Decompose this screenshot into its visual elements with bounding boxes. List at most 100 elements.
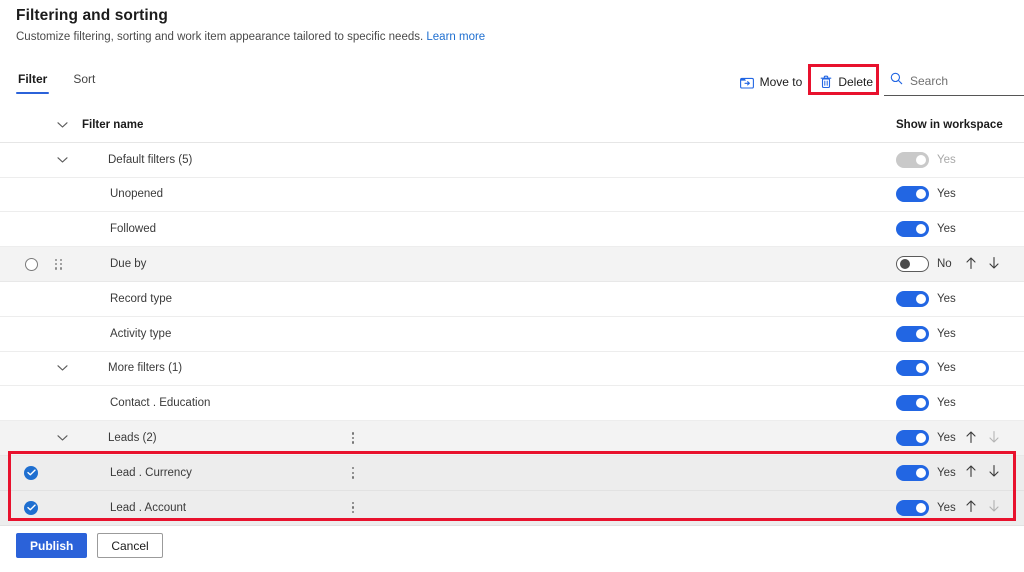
show-in-workspace-toggle (896, 151, 929, 168)
move-to-folder-icon (739, 76, 754, 89)
toggle-state-label: Yes (937, 466, 956, 479)
row-label: Lead . Account (110, 501, 187, 514)
show-in-workspace-toggle[interactable] (896, 499, 929, 516)
drag-handle-icon[interactable] (52, 258, 66, 270)
move-down-arrow-icon (988, 430, 1000, 447)
table-row[interactable]: Contact . Education Yes (0, 386, 1024, 422)
expand-all-chevron-icon[interactable] (54, 121, 70, 129)
move-to-button[interactable]: Move to (731, 71, 812, 93)
reorder-arrows (965, 256, 1000, 273)
tab-filter[interactable]: Filter (16, 69, 50, 94)
search-box[interactable] (884, 68, 1024, 96)
row-more-options-icon[interactable] (345, 501, 361, 515)
grid-rows: Default filters (5) Yes Unopened Yes Followe… (0, 143, 1024, 526)
show-in-workspace-toggle[interactable] (896, 360, 929, 377)
toggle-state-label: Yes (937, 327, 956, 340)
row-label: Activity type (110, 327, 172, 340)
cancel-button[interactable]: Cancel (97, 533, 163, 558)
row-right-cell: Yes (896, 151, 959, 168)
tabstrip: Filter Sort (16, 69, 97, 94)
row-label: Default filters (5) (108, 153, 193, 166)
toggle-state-label: Yes (937, 188, 956, 201)
row-right-cell: Yes (896, 360, 959, 377)
table-row[interactable]: Record type Yes (0, 282, 1024, 317)
page-subtitle-text: Customize filtering, sorting and work it… (16, 31, 424, 43)
toggle-state-label: Yes (937, 153, 956, 166)
row-label: Followed (110, 223, 157, 236)
table-row[interactable]: Activity type Yes (0, 317, 1024, 352)
delete-button[interactable]: Delete (811, 71, 882, 93)
trash-icon (820, 75, 832, 89)
row-label: More filters (1) (108, 362, 183, 375)
row-label: Unopened (110, 188, 164, 201)
tab-sort[interactable]: Sort (71, 69, 97, 94)
row-right-cell: Yes (896, 325, 959, 342)
learn-more-link[interactable]: Learn more (426, 31, 485, 43)
grid-header-row: Filter name Show in workspace (0, 108, 1024, 143)
column-header-show-in-workspace: Show in workspace (896, 118, 1003, 131)
table-row[interactable]: Followed Yes (0, 212, 1024, 248)
delete-label: Delete (838, 75, 873, 89)
show-in-workspace-toggle[interactable] (896, 221, 929, 238)
show-in-workspace-toggle[interactable] (896, 256, 929, 273)
row-label: Record type (110, 292, 173, 305)
toggle-state-label: Yes (937, 362, 956, 375)
command-bar: Move to Delete (731, 68, 1024, 96)
publish-button[interactable]: Publish (16, 533, 88, 558)
row-more-options-icon[interactable] (345, 431, 361, 445)
search-icon (890, 72, 903, 90)
show-in-workspace-toggle[interactable] (896, 430, 929, 447)
move-up-arrow-icon[interactable] (965, 430, 977, 447)
show-in-workspace-toggle[interactable] (896, 464, 929, 481)
filtering-and-sorting-page: Filtering and sorting Customize filterin… (0, 0, 1024, 572)
table-row[interactable]: Due by No (0, 247, 1024, 282)
row-label: Contact . Education (110, 397, 211, 410)
row-label: Lead . Currency (110, 466, 192, 479)
row-right-cell: No (896, 256, 1000, 273)
row-checkbox-checked[interactable] (22, 500, 40, 515)
show-in-workspace-toggle[interactable] (896, 186, 929, 203)
show-in-workspace-toggle[interactable] (896, 290, 929, 307)
move-up-arrow-icon[interactable] (965, 464, 977, 481)
show-in-workspace-toggle[interactable] (896, 395, 929, 412)
move-down-arrow-icon (988, 499, 1000, 516)
table-row[interactable]: Default filters (5) Yes (0, 143, 1024, 178)
filters-grid: Filter name Show in workspace Default fi… (0, 108, 1024, 526)
table-row[interactable]: Lead . Currency Yes (0, 455, 1024, 491)
table-row[interactable]: Unopened Yes (0, 178, 1024, 213)
toggle-state-label: Yes (937, 432, 956, 445)
reorder-arrows (965, 430, 1000, 447)
show-in-workspace-toggle[interactable] (896, 325, 929, 342)
table-row[interactable]: Leads (2) Yes (0, 421, 1024, 456)
chevron-down-icon[interactable] (54, 434, 70, 442)
move-down-arrow-icon[interactable] (988, 464, 1000, 481)
toggle-state-label: No (937, 258, 952, 271)
table-row[interactable]: Lead . Account Yes (0, 490, 1024, 526)
row-right-cell: Yes (896, 499, 1000, 516)
row-right-cell: Yes (896, 464, 1000, 481)
row-right-cell: Yes (896, 430, 1000, 447)
row-checkbox-checked[interactable] (22, 465, 40, 480)
page-subtitle: Customize filtering, sorting and work it… (16, 31, 485, 43)
footer-actions: Publish Cancel (0, 533, 1024, 558)
move-up-arrow-icon[interactable] (965, 256, 977, 273)
move-down-arrow-icon[interactable] (988, 256, 1000, 273)
chevron-down-icon[interactable] (54, 364, 70, 372)
reorder-arrows (965, 499, 1000, 516)
table-row[interactable]: More filters (1) Yes (0, 352, 1024, 387)
move-up-arrow-icon[interactable] (965, 499, 977, 516)
move-to-label: Move to (759, 75, 803, 89)
search-input[interactable] (910, 74, 1020, 88)
reorder-arrows (965, 464, 1000, 481)
row-right-cell: Yes (896, 290, 959, 307)
row-right-cell: Yes (896, 221, 959, 238)
row-more-options-icon[interactable] (345, 466, 361, 480)
row-checkbox[interactable] (22, 257, 40, 271)
toggle-state-label: Yes (937, 223, 956, 236)
chevron-down-icon[interactable] (54, 156, 70, 164)
toggle-state-label: Yes (937, 292, 956, 305)
row-right-cell: Yes (896, 186, 959, 203)
toggle-state-label: Yes (937, 501, 956, 514)
page-title: Filtering and sorting (16, 7, 168, 24)
row-label: Due by (110, 258, 147, 271)
